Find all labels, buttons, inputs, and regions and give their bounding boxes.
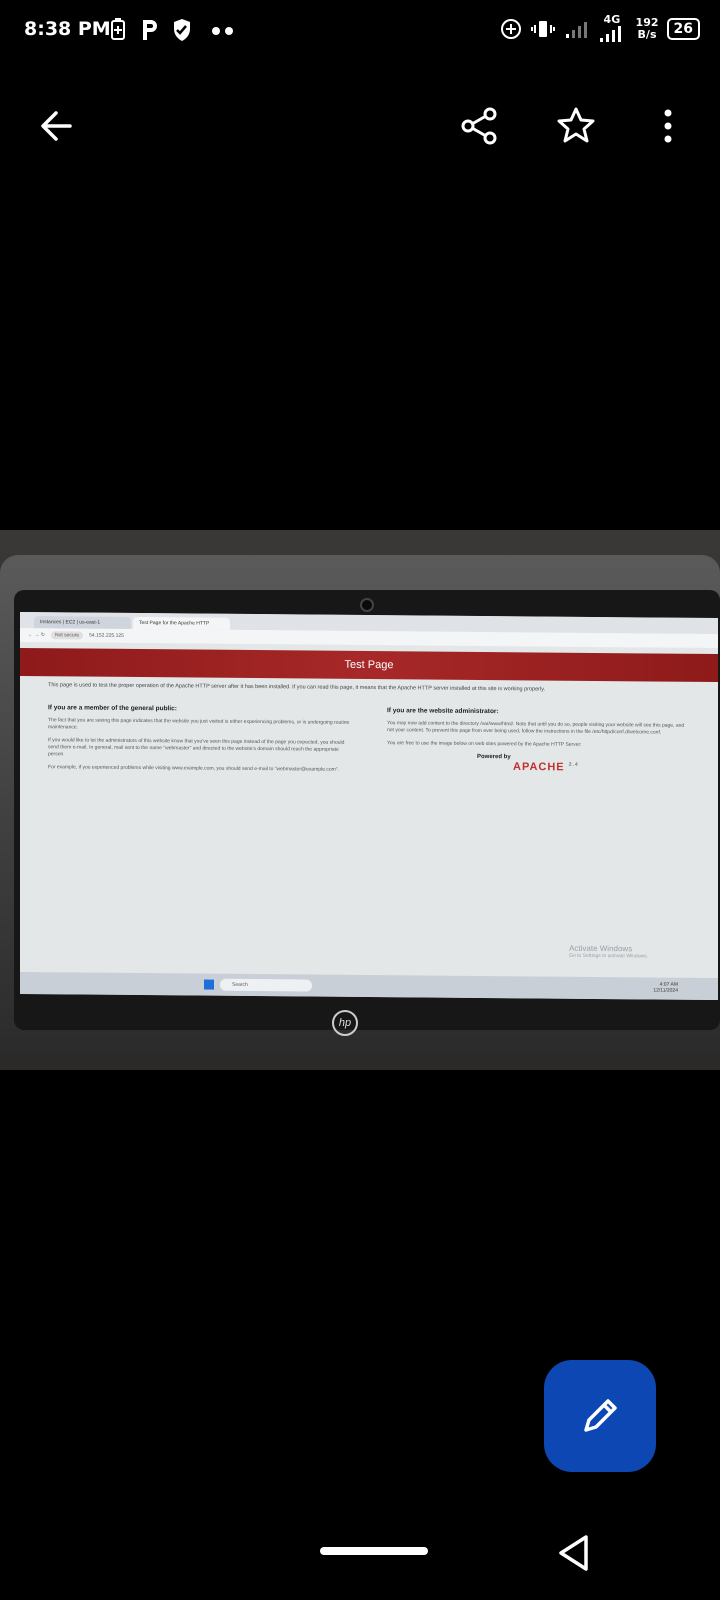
- status-right: 4G 192 B/s 26: [500, 14, 700, 44]
- admin-column: If you are the website administrator: Yo…: [387, 699, 690, 783]
- system-tray-clock: 4:07 AM 12/11/2024: [653, 981, 678, 994]
- taskbar-search: Search: [220, 978, 312, 992]
- status-time: 8:38 PM: [24, 18, 111, 40]
- activate-windows-watermark: Activate Windows Go to Settings to activ…: [569, 943, 648, 960]
- public-paragraph: The fact that you are seeing this page i…: [48, 717, 350, 731]
- more-vertical-icon: [664, 109, 672, 143]
- viewer-toolbar: [0, 90, 720, 162]
- share-button[interactable]: [444, 90, 516, 162]
- battery-saver-icon: [111, 18, 125, 40]
- apache-columns: If you are a member of the general publi…: [20, 694, 718, 785]
- webcam-icon: [360, 598, 374, 612]
- public-paragraph: For example, if you experienced problems…: [48, 764, 339, 773]
- admin-paragraph: You are free to use the image below on w…: [387, 740, 582, 748]
- admin-heading: If you are the website administrator:: [387, 707, 499, 716]
- hp-logo: hp: [332, 1010, 358, 1036]
- nav-arrows-icon: ← → ↻: [28, 632, 45, 639]
- shield-check-icon: [174, 19, 190, 41]
- arrow-left-icon: [41, 111, 72, 141]
- nav-back-triangle-icon[interactable]: [556, 1533, 592, 1573]
- battery-level: 26: [666, 18, 700, 40]
- status-bar: 8:38 PM 4G 192 B/s 26: [0, 0, 720, 64]
- photo-image[interactable]: Instances | EC2 | us-east-1 Test Page fo…: [0, 530, 720, 1070]
- parking-app-icon: [143, 20, 157, 40]
- laptop: Instances | EC2 | us-east-1 Test Page fo…: [0, 555, 720, 1055]
- signal-4g-icon: 4G: [598, 14, 628, 44]
- admin-paragraph: You may now add content to the directory…: [387, 720, 685, 736]
- home-pill[interactable]: [320, 1547, 428, 1555]
- share-icon: [461, 107, 497, 145]
- favorite-button[interactable]: [540, 90, 612, 162]
- windows-start-icon: [204, 979, 214, 990]
- star-outline-icon: [557, 107, 595, 143]
- vibrate-icon: [530, 21, 555, 37]
- public-column: If you are a member of the general publi…: [48, 696, 351, 780]
- browser-url: 54.152.225.125: [89, 632, 124, 639]
- more-notifications-icon: [212, 27, 233, 35]
- signal-sim1-icon: [565, 22, 587, 38]
- edit-button[interactable]: [544, 1360, 656, 1472]
- data-speed: 192 B/s: [635, 16, 659, 41]
- public-heading: If you are a member of the general publi…: [48, 704, 177, 713]
- laptop-screen: Instances | EC2 | us-east-1 Test Page fo…: [20, 611, 718, 1001]
- public-paragraph: If you would like to let the administrat…: [48, 737, 345, 758]
- apache-logo: APACHE 2.4: [513, 760, 579, 774]
- not-secure-badge: Not secure: [50, 631, 84, 640]
- back-button[interactable]: [20, 90, 92, 162]
- browser-tab-ec2: Instances | EC2 | us-east-1: [34, 616, 131, 629]
- pencil-edit-icon: [584, 1399, 617, 1432]
- more-options-button[interactable]: [632, 90, 704, 162]
- data-saver-icon: [500, 19, 521, 39]
- browser-tab-apache: Test Page for the Apache HTTP: [133, 616, 230, 630]
